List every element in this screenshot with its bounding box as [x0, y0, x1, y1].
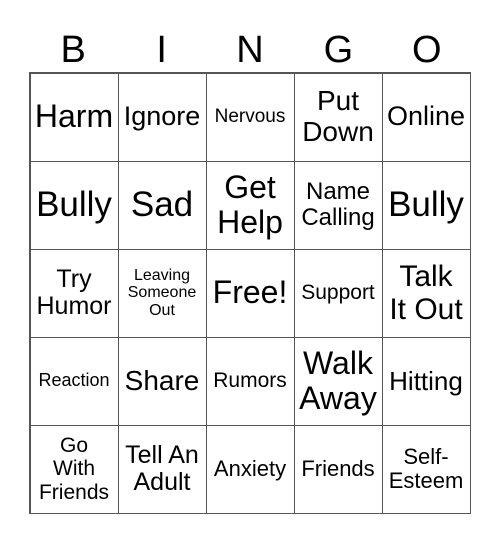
bingo-grid: Harm Ignore Nervous Put Down Online Bully Sad G…	[29, 72, 471, 514]
bingo-cell[interactable]: Ignore	[117, 72, 207, 162]
bingo-cell[interactable]: Name Calling	[293, 160, 383, 250]
bingo-cell[interactable]: Talk It Out	[381, 248, 471, 338]
bingo-cell[interactable]: Sad	[117, 160, 207, 250]
header-letter-n: N	[236, 29, 264, 71]
bingo-cell[interactable]: Go With Friends	[29, 424, 119, 514]
bingo-cell[interactable]: Friends	[293, 424, 383, 514]
header-letter-b: B	[60, 29, 86, 71]
header-letter-o: O	[412, 29, 442, 71]
bingo-cell[interactable]: Rumors	[205, 336, 295, 426]
bingo-cell[interactable]: Online	[381, 72, 471, 162]
bingo-cell[interactable]: Anxiety	[205, 424, 295, 514]
bingo-cell[interactable]: Put Down	[293, 72, 383, 162]
bingo-cell[interactable]: Get Help	[205, 160, 295, 250]
bingo-cell[interactable]: Hitting	[381, 336, 471, 426]
header-letter-g: G	[323, 29, 354, 71]
bingo-cell[interactable]: Tell An Adult	[117, 424, 207, 514]
bingo-cell[interactable]: Self- Esteem	[381, 424, 471, 514]
bingo-cell[interactable]: Bully	[381, 160, 471, 250]
bingo-cell[interactable]: Harm	[29, 72, 119, 162]
header-letter-i: I	[156, 29, 167, 71]
bingo-cell[interactable]: Support	[293, 248, 383, 338]
free-space-cell[interactable]: Free!	[205, 248, 295, 338]
bingo-cell[interactable]: Leaving Someone Out	[117, 248, 207, 338]
bingo-cell[interactable]: Reaction	[29, 336, 119, 426]
bingo-cell[interactable]: Try Humor	[29, 248, 119, 338]
bingo-cell[interactable]: Nervous	[205, 72, 295, 162]
bingo-header: BINGO	[29, 28, 471, 72]
bingo-cell[interactable]: Bully	[29, 160, 119, 250]
bingo-cell[interactable]: Walk Away	[293, 336, 383, 426]
bingo-cell[interactable]: Share	[117, 336, 207, 426]
